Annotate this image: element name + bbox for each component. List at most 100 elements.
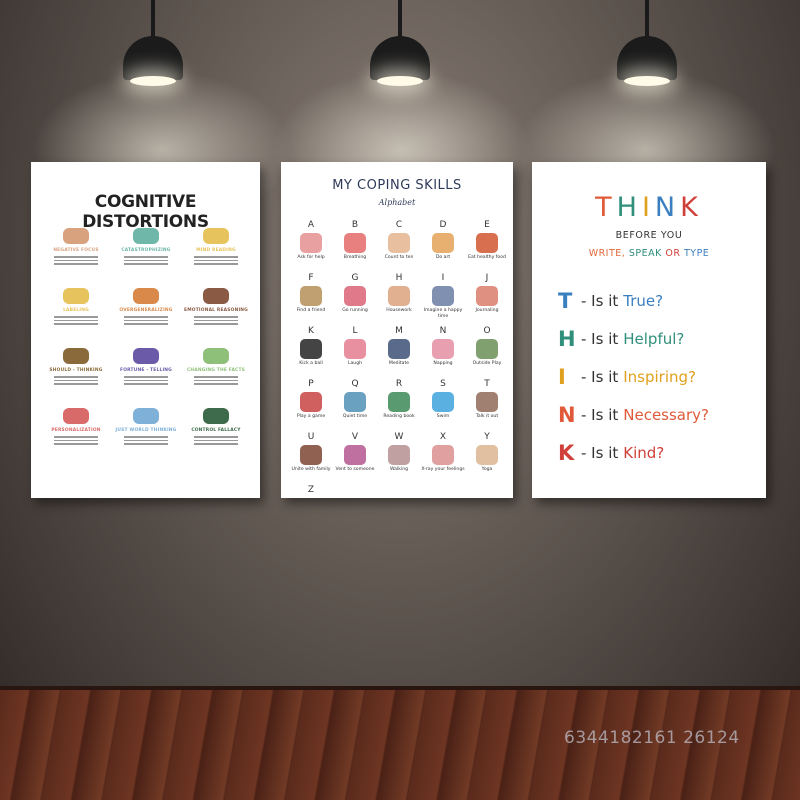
skill-illustration-icon: [388, 392, 410, 412]
distortion-item: PERSONALIZATION: [41, 408, 111, 468]
skill-illustration-icon: [300, 233, 322, 253]
distortion-description: [124, 376, 168, 385]
poster-title: COGNITIVE DISTORTIONS: [82, 192, 209, 232]
think-row-word: Kind?: [623, 444, 665, 462]
mountain-icon: [133, 228, 159, 244]
skill-illustration-icon: [388, 339, 410, 359]
skill-label: Breathing: [343, 255, 367, 260]
skill-illustration-icon: [432, 339, 454, 359]
skill-illustration-icon: [300, 286, 322, 306]
arch-icon: [203, 288, 229, 304]
skill-label: Outside Play: [472, 361, 502, 366]
think-row-question: - Is it: [581, 330, 619, 348]
distortion-item: SHOULD - THINKING: [41, 348, 111, 408]
think-row-letter: I: [558, 365, 566, 389]
skill-label: Find a friend: [296, 308, 326, 313]
distortion-description: [54, 256, 98, 265]
skill-label: Reading book: [383, 414, 415, 419]
think-row-letter: N: [558, 403, 576, 427]
skill-illustration-icon: [432, 286, 454, 306]
wall-scene: COGNITIVE DISTORTIONS NEGATIVE FOCUS CATA…: [0, 0, 800, 800]
skill-label: Count to ten: [384, 255, 414, 260]
coping-skill-y: Y Yoga: [465, 432, 509, 485]
think-row-h: H - Is it Helpful?: [558, 320, 763, 358]
skill-illustration-icon: [432, 445, 454, 465]
skill-label: Vent to someone: [335, 467, 375, 472]
skill-label: Walking: [389, 467, 409, 472]
think-row-i: I - Is it Inspiring?: [558, 358, 763, 396]
write-speak-type-part: WRITE,: [588, 248, 626, 259]
distortion-item: OVERGENERALIZING: [111, 288, 181, 348]
write-speak-type-text: WRITE, SPEAK OR TYPE: [532, 248, 766, 259]
skill-label: Quiet time: [342, 414, 368, 419]
skill-letter: G: [351, 273, 359, 283]
skill-label: Housework: [386, 308, 412, 313]
skill-illustration-icon: [300, 445, 322, 465]
skill-label: X-ray your feelings: [421, 467, 465, 472]
pendant-lamp: [118, 0, 188, 90]
coping-skill-l: L Laugh: [333, 326, 377, 379]
think-row-k: K - Is it Kind?: [558, 434, 763, 472]
think-row-word: Necessary?: [623, 406, 710, 424]
think-row-letter: K: [558, 441, 575, 465]
distortion-label: PERSONALIZATION: [51, 428, 101, 433]
coping-skill-s: S Swim: [421, 379, 465, 432]
poster-title: MY COPING SKILLS: [332, 178, 462, 193]
skill-letter: H: [395, 273, 403, 283]
skill-illustration-icon: [388, 445, 410, 465]
skill-illustration-icon: [388, 286, 410, 306]
coping-skill-h: H Housework: [377, 273, 421, 326]
distortion-description: [194, 376, 238, 385]
blob-icon: [63, 348, 89, 364]
skill-illustration-icon: [300, 339, 322, 359]
think-row-question: - Is it: [581, 292, 619, 310]
coping-skill-q: Q Quiet time: [333, 379, 377, 432]
coping-skill-w: W Walking: [377, 432, 421, 485]
think-letter-h: H: [616, 192, 642, 223]
think-letter-n: N: [654, 192, 681, 223]
skill-label: Play a game: [296, 414, 326, 419]
think-row-question: - Is it: [581, 368, 619, 386]
write-speak-type-part: TYPE: [680, 248, 710, 259]
skill-letter: O: [483, 326, 491, 336]
sparkle-icon: [203, 228, 229, 244]
coping-skill-j: J Journaling: [465, 273, 509, 326]
distortions-grid: NEGATIVE FOCUS CATASTROPHIZING MIND READIN…: [41, 228, 251, 468]
swirl-icon: [133, 408, 159, 424]
skill-label: Unite with family: [291, 467, 331, 472]
coping-skill-c: C Count to ten: [377, 220, 421, 273]
distortion-description: [124, 316, 168, 325]
skill-letter: J: [485, 273, 489, 283]
skill-letter: L: [352, 326, 358, 336]
wave-icon: [63, 288, 89, 304]
think-row-letter: T: [558, 289, 573, 313]
think-row-word: True?: [623, 292, 664, 310]
poster-think: THINK BEFORE YOU WRITE, SPEAK OR TYPE T-…: [532, 162, 766, 498]
coping-skill-r: R Reading book: [377, 379, 421, 432]
write-speak-type-part: SPEAK: [625, 248, 662, 259]
watermark-text: 6344182161 26124: [564, 728, 740, 748]
distortion-label: NEGATIVE FOCUS: [53, 248, 99, 253]
skill-letter: N: [439, 326, 447, 336]
distortion-item: EMOTIONAL REASONING: [181, 288, 251, 348]
coping-skill-x: X X-ray your feelings: [421, 432, 465, 485]
skill-label: Swim: [436, 414, 450, 419]
skill-label: Eat healthy food: [468, 255, 506, 260]
skill-label: Ask for help: [297, 255, 325, 260]
think-rows: T- Is it True? H - Is it Helpful? I - Is it Ins…: [558, 282, 763, 472]
distortion-label: LABELING: [63, 308, 89, 313]
coping-skill-f: F Find a friend: [289, 273, 333, 326]
distortion-item: CHANGING THE FACTS: [181, 348, 251, 408]
flower-icon: [203, 348, 229, 364]
distortion-description: [54, 436, 98, 445]
skill-letter: I: [441, 273, 445, 283]
distortion-item: NEGATIVE FOCUS: [41, 228, 111, 288]
skill-letter: F: [308, 273, 314, 283]
distortion-label: CONTROL FALLACY: [191, 428, 241, 433]
distortion-description: [124, 256, 168, 265]
skill-letter: R: [395, 379, 403, 389]
think-letter-t: T: [595, 192, 617, 223]
squiggle-icon: [133, 348, 159, 364]
coping-skill-u: U Unite with family: [289, 432, 333, 485]
think-row-letter: H: [558, 327, 576, 351]
